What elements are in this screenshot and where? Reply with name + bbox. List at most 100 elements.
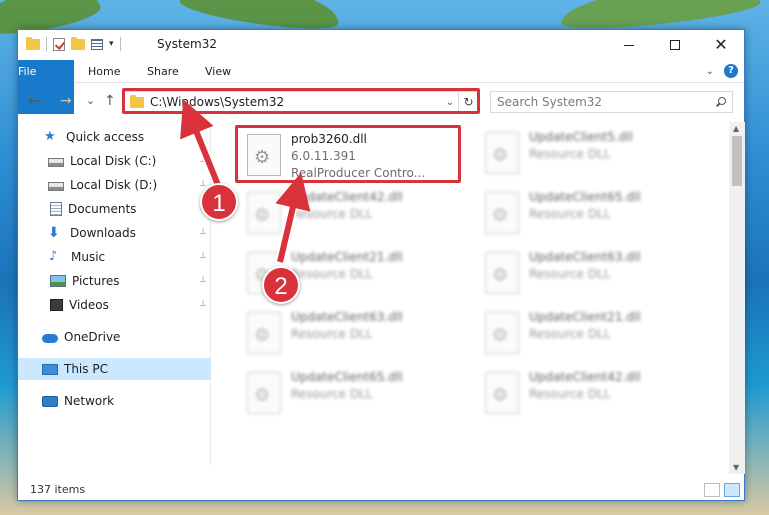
sidebar-item-quick-access[interactable]: ★ Quick access [18, 126, 211, 148]
sidebar-item-documents[interactable]: Documents ⊥ [18, 198, 211, 220]
file-type: Resource DLL [291, 327, 373, 341]
minimize-button[interactable] [606, 30, 652, 60]
pin-icon[interactable]: ⊥ [199, 155, 207, 165]
pin-icon[interactable]: ⊥ [199, 299, 207, 309]
star-icon: ★ [44, 129, 56, 144]
dll-file-icon [247, 134, 281, 176]
tiles-view-icon[interactable] [724, 483, 740, 497]
file-name: UpdateClient21.dll [529, 310, 641, 324]
maximize-button[interactable] [652, 30, 698, 60]
file-type: Resource DLL [291, 207, 373, 221]
file-type: Resource DLL [529, 207, 611, 221]
network-icon [42, 395, 58, 407]
pin-icon[interactable]: ⊥ [199, 251, 207, 261]
pictures-icon [50, 275, 66, 287]
address-bar[interactable]: C:\Windows\System32 ⌄ ↻ [124, 91, 479, 113]
computer-icon [42, 363, 58, 375]
help-icon[interactable]: ? [724, 64, 738, 78]
file-type: Resource DLL [529, 387, 611, 401]
sidebar-item-label: Documents [68, 202, 137, 216]
file-item-prob3260[interactable]: prob3260.dll 6.0.11.391 RealProducer Con… [240, 128, 464, 182]
sidebar-item-label: This PC [64, 362, 108, 376]
window-controls: ✕ [606, 30, 744, 60]
dll-file-icon [247, 192, 281, 234]
file-type: Resource DLL [529, 267, 611, 281]
step-2-badge: 2 [262, 266, 300, 304]
list-item[interactable]: UpdateClient21.dll Resource DLL [478, 306, 702, 360]
disk-icon [48, 181, 64, 191]
sidebar-item-label: Network [64, 394, 115, 408]
music-icon: ♪ [49, 249, 58, 264]
list-item[interactable]: UpdateClient63.dll Resource DLL [478, 246, 702, 300]
tab-view[interactable]: View [205, 60, 231, 83]
sidebar-item-network[interactable]: Network [18, 390, 211, 412]
disk-icon [48, 157, 64, 167]
step-1-badge: 1 [200, 183, 238, 221]
ribbon-tabs: File Home Share View ⌄ ? [18, 60, 744, 114]
maximize-icon [670, 40, 680, 50]
dll-file-icon [247, 372, 281, 414]
list-item[interactable]: UpdateClient65.dll Resource DLL [240, 366, 464, 420]
file-type: Resource DLL [529, 147, 611, 161]
forward-button[interactable]: → [60, 93, 72, 109]
scroll-up-icon[interactable]: ▲ [733, 124, 739, 133]
sidebar-item-this-pc[interactable]: This PC [18, 358, 211, 380]
scrollbar-thumb[interactable] [732, 136, 742, 186]
list-item[interactable]: UpdateClient63.dll Resource DLL [240, 306, 464, 360]
file-explorer-window: ▾ System32 ✕ File Home Share View ⌄ ? ← … [17, 29, 745, 501]
file-name: UpdateClient42.dll [291, 190, 403, 204]
list-item[interactable]: UpdateClient42.dll Resource DLL [478, 366, 702, 420]
sidebar-item-pictures[interactable]: Pictures ⊥ [18, 270, 211, 292]
window-title: System32 [157, 37, 218, 51]
navigation-bar: ← → ⌄ ↑ C:\Windows\System32 ⌄ ↻ Search S… [18, 89, 744, 115]
cloud-icon [42, 334, 58, 343]
sidebar-item-label: Videos [69, 298, 109, 312]
sidebar-item-local-disk-c[interactable]: Local Disk (C:) ⊥ [18, 150, 211, 172]
new-folder-icon[interactable] [71, 36, 85, 50]
file-type: Resource DLL [529, 327, 611, 341]
scroll-down-icon[interactable]: ▼ [733, 463, 739, 472]
item-count: 137 items [30, 483, 86, 496]
file-name: UpdateClient21.dll [291, 250, 403, 264]
sidebar-item-label: OneDrive [64, 330, 121, 344]
refresh-icon[interactable]: ↻ [458, 92, 478, 112]
ribbon-right-controls: ⌄ ? [706, 64, 738, 78]
sidebar-item-label: Music [71, 250, 106, 264]
properties-icon[interactable] [91, 38, 103, 50]
customize-toolbar-chevron-icon[interactable]: ▾ [109, 39, 114, 49]
vertical-scrollbar[interactable]: ▲ ▼ [729, 122, 745, 474]
sidebar-item-downloads[interactable]: ⬇ Downloads ⊥ [18, 222, 211, 244]
details-view-icon[interactable] [704, 483, 720, 497]
tab-home[interactable]: Home [88, 60, 120, 83]
pin-icon[interactable]: ⊥ [199, 275, 207, 285]
file-description: RealProducer Contro... [291, 166, 426, 180]
address-dropdown-icon[interactable]: ⌄ [442, 97, 458, 108]
file-name: UpdateClient42.dll [529, 370, 641, 384]
documents-icon [50, 202, 62, 216]
sidebar-item-music[interactable]: ♪ Music ⊥ [18, 246, 211, 268]
properties-check-icon[interactable] [53, 37, 65, 51]
sidebar-item-onedrive[interactable]: OneDrive [18, 326, 211, 348]
search-box[interactable]: Search System32 [490, 91, 733, 113]
status-bar: 137 items [18, 480, 744, 500]
up-button[interactable]: ↑ [104, 93, 116, 109]
address-path[interactable]: C:\Windows\System32 [150, 95, 442, 109]
sidebar-item-local-disk-d[interactable]: Local Disk (D:) ⊥ [18, 174, 211, 196]
list-item[interactable]: UpdateClient5.dll Resource DLL [478, 126, 702, 180]
search-input[interactable]: Search System32 [497, 95, 602, 109]
expand-ribbon-chevron-icon[interactable]: ⌄ [706, 66, 714, 77]
back-button[interactable]: ← [28, 93, 40, 109]
tab-share[interactable]: Share [147, 60, 179, 83]
file-name: prob3260.dll [291, 132, 367, 146]
dll-file-icon [485, 372, 519, 414]
list-item[interactable]: UpdateClient65.dll Resource DLL [478, 186, 702, 240]
sidebar-item-videos[interactable]: Videos ⊥ [18, 294, 211, 316]
dll-file-icon [485, 132, 519, 174]
close-button[interactable]: ✕ [698, 30, 744, 60]
title-bar: ▾ System32 ✕ [18, 30, 744, 60]
recent-locations-button[interactable]: ⌄ [86, 94, 95, 107]
close-icon: ✕ [714, 35, 728, 54]
list-item[interactable]: UpdateClient42.dll Resource DLL [240, 186, 464, 240]
toolbar-separator [119, 37, 121, 51]
pin-icon[interactable]: ⊥ [199, 227, 207, 237]
